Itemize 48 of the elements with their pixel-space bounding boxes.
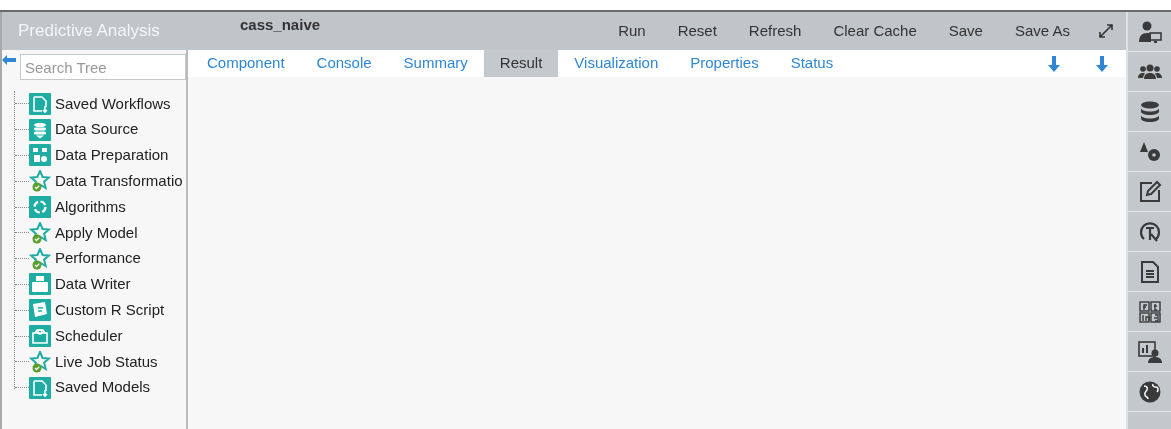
- star-check-icon: [29, 247, 51, 270]
- toolbar-button[interactable]: Refresh: [732, 19, 818, 43]
- down-arrow-icon[interactable]: [1048, 55, 1060, 72]
- user-screen-icon[interactable]: [1137, 19, 1162, 44]
- back-arrow-icon[interactable]: [2, 55, 16, 65]
- social-grid-icon[interactable]: [1137, 299, 1162, 324]
- tree-item[interactable]: Live Job Status: [55, 350, 158, 374]
- star-check-icon: [29, 221, 51, 244]
- toolbar-button[interactable]: Clear Cache: [817, 19, 933, 43]
- search-field[interactable]: Search Tree: [20, 54, 186, 80]
- tab[interactable]: Summary: [387, 50, 484, 77]
- tree-item[interactable]: Data Writer: [55, 273, 131, 296]
- boxes-icon: [29, 144, 51, 167]
- toolbar-button[interactable]: Reset: [661, 19, 733, 43]
- tab[interactable]: Properties: [674, 50, 775, 77]
- tree-item[interactable]: Data Transformatio: [55, 170, 183, 193]
- tab[interactable]: Component: [191, 50, 301, 77]
- workflow-name: cass_naive: [240, 14, 321, 35]
- tree-item[interactable]: Data Preparation: [55, 144, 169, 167]
- toolbar-button[interactable]: Save As: [998, 19, 1086, 43]
- tree-item[interactable]: Algorithms: [55, 195, 126, 219]
- star-check-icon: [29, 170, 51, 193]
- tab[interactable]: Console: [300, 50, 388, 77]
- scheduler-icon: [29, 325, 51, 348]
- edit-icon[interactable]: [1137, 179, 1162, 204]
- tree-item[interactable]: Performance: [55, 247, 141, 270]
- tab[interactable]: Visualization: [558, 50, 675, 77]
- floppy-icon: [29, 92, 51, 115]
- toolbar-button[interactable]: Save: [932, 19, 999, 43]
- down-arrow-icon[interactable]: [1096, 55, 1108, 72]
- tree-item[interactable]: Scheduler: [55, 324, 123, 348]
- star-check-icon: [29, 350, 51, 373]
- tree-item[interactable]: Apply Model: [55, 221, 138, 245]
- globe-icon[interactable]: [1137, 379, 1162, 404]
- expand-icon[interactable]: [1098, 23, 1114, 39]
- tab[interactable]: Status: [774, 50, 850, 77]
- writer-icon: [29, 273, 51, 296]
- tab[interactable]: Result: [483, 50, 559, 77]
- toolbar-button[interactable]: Run: [602, 19, 662, 43]
- tree-item[interactable]: Saved Workflows: [55, 92, 171, 116]
- cycle-icon: [29, 196, 51, 219]
- tree-item[interactable]: Custom R Script: [55, 299, 165, 322]
- database-icon: [29, 118, 51, 141]
- presenter-icon[interactable]: [1137, 339, 1162, 364]
- tree-item[interactable]: Saved Models: [55, 376, 151, 399]
- script-icon: [29, 299, 51, 322]
- tree-item[interactable]: Data Source: [55, 118, 139, 141]
- floppy-icon: [29, 376, 51, 399]
